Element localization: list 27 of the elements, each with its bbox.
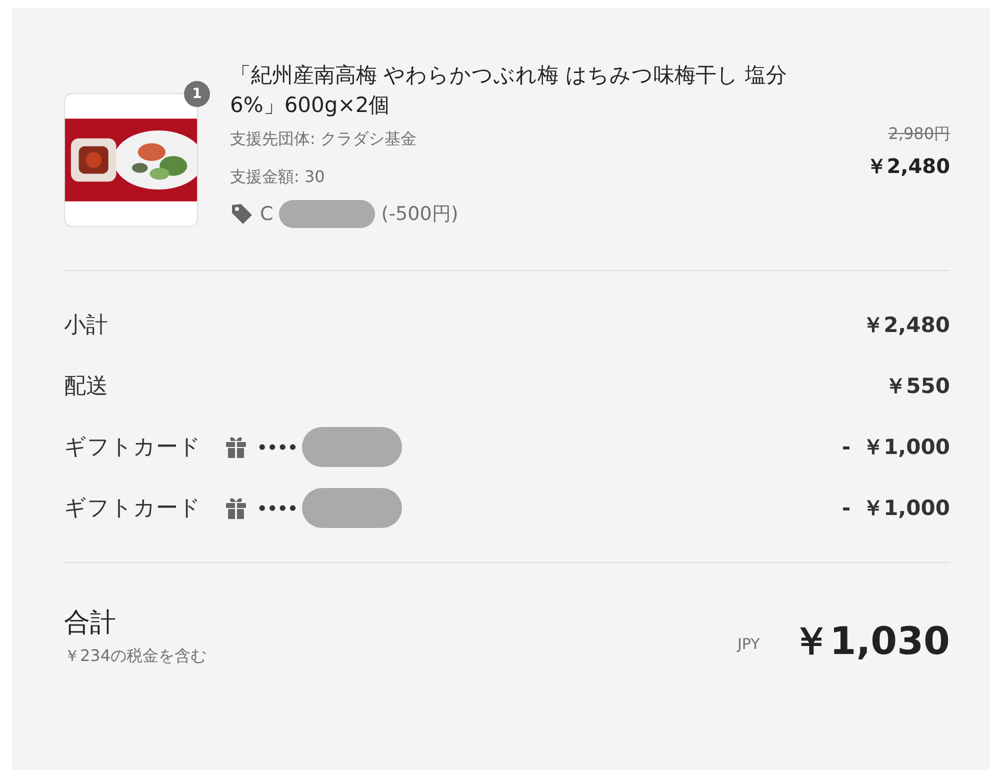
price: ￥2,480	[866, 153, 950, 180]
line-label: 配送	[64, 373, 108, 401]
line-amount: ￥2,480	[862, 312, 950, 339]
quantity-badge: 1	[184, 81, 210, 107]
masked-card-number: ••••	[257, 498, 298, 518]
total-label: 合計	[64, 607, 117, 640]
line-label: ギフトカード	[64, 434, 201, 462]
minus-sign: -	[842, 435, 851, 459]
original-price: 2,980円	[888, 124, 950, 145]
line-label: 小計	[64, 312, 108, 340]
line-amount: ￥1,000	[862, 495, 950, 522]
gift-icon	[225, 435, 247, 459]
discount-amount: (-500円)	[381, 202, 458, 227]
total-amount: ￥1,030	[792, 618, 950, 665]
masked-card-number: ••••	[257, 438, 298, 456]
line-amount: ￥550	[885, 373, 950, 400]
tax-note: ￥234の税金を含む	[64, 646, 207, 667]
minus-sign: -	[842, 496, 851, 520]
discount-code: C	[260, 203, 274, 225]
product-title: 「紀州産南高梅 やわらかつぶれ梅 はちみつ味梅干し 塩分6%」600g×2個	[230, 62, 788, 119]
tag-icon	[230, 202, 254, 226]
gift-icon	[225, 496, 247, 520]
line-amount: ￥1,000	[862, 434, 950, 461]
product-detail: 支援金額: 30	[230, 166, 326, 188]
product-detail: 支援先団体: クラダシ基金	[230, 128, 418, 150]
currency-code: JPY	[737, 635, 760, 653]
line-label: ギフトカード	[64, 495, 201, 523]
